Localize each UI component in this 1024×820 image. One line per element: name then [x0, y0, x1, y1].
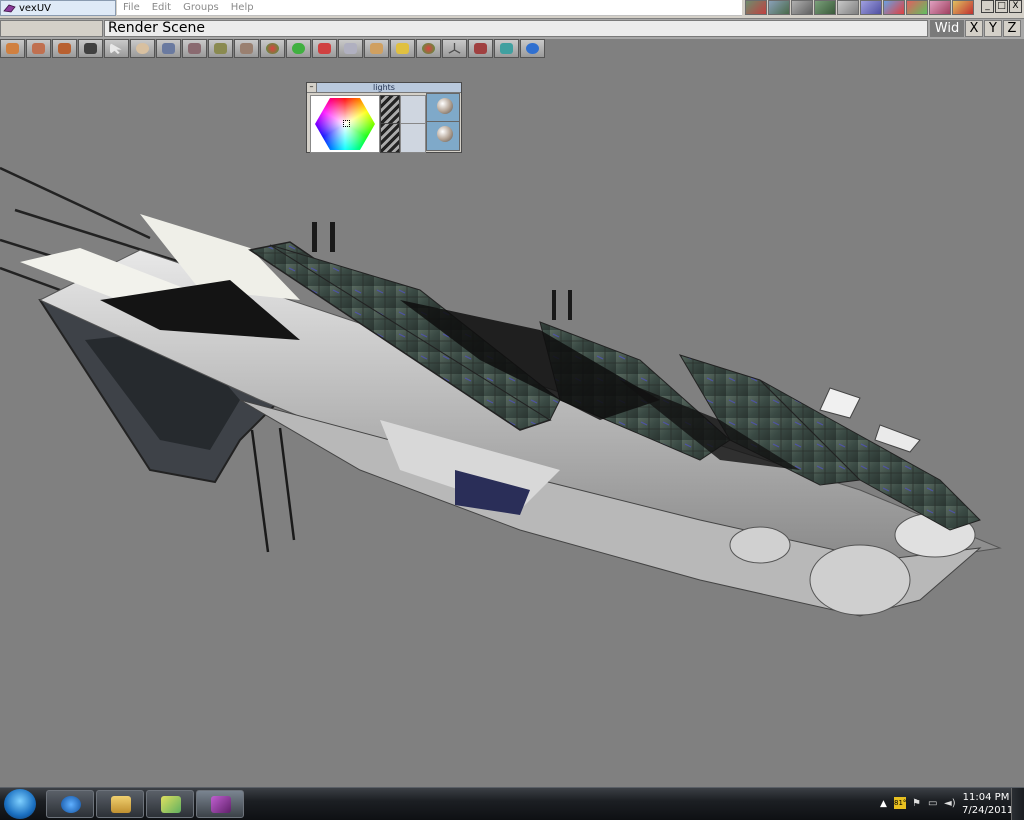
axis-button-wid[interactable]: Wid	[930, 20, 964, 37]
menu-groups[interactable]: Groups	[183, 2, 219, 13]
menu-bar: File Edit Groups Help	[117, 0, 742, 16]
view-mode-icons	[745, 0, 974, 16]
clock-time: 11:04 PM	[962, 792, 1010, 803]
menu-edit[interactable]: Edit	[152, 2, 171, 13]
color-picker-cursor[interactable]	[343, 120, 350, 127]
camera-tool-icon[interactable]	[78, 39, 103, 58]
axis-button-z[interactable]: Z	[1003, 20, 1021, 37]
light-slot-2[interactable]	[380, 123, 400, 153]
axis-button-x[interactable]: X	[965, 20, 983, 37]
menu-file[interactable]: File	[123, 2, 140, 13]
lights-panel-close-button[interactable]: –	[307, 83, 317, 92]
app-icon	[161, 796, 181, 813]
light-falloff-curve-2[interactable]	[400, 123, 426, 153]
axis-buttons: Wid X Y Z	[930, 20, 1021, 37]
link-tool-icon[interactable]	[0, 39, 25, 58]
color-picker-hexagon[interactable]	[310, 95, 380, 153]
view-mode-9-icon[interactable]	[929, 0, 951, 15]
lights-panel-titlebar[interactable]: – lights	[307, 83, 461, 93]
render-scene-bar[interactable]: Render Scene	[104, 20, 928, 37]
lights-panel-title: lights	[373, 83, 395, 92]
view-mode-10-icon[interactable]	[952, 0, 974, 15]
select-arrow-icon[interactable]	[104, 39, 129, 58]
start-button[interactable]	[4, 789, 36, 819]
view-mode-8-icon[interactable]	[906, 0, 928, 15]
axis-button-y[interactable]: Y	[984, 20, 1002, 37]
uv-tool-icon[interactable]	[494, 39, 519, 58]
3d-view-icon[interactable]	[520, 39, 545, 58]
app-logo-icon	[3, 4, 16, 13]
axis-tool-icon[interactable]	[442, 39, 467, 58]
plane-tool-icon[interactable]	[182, 39, 207, 58]
close-button[interactable]: X	[1009, 0, 1022, 13]
show-hidden-icons-icon[interactable]: ▲	[880, 799, 887, 809]
spaceship-model	[0, 166, 1002, 617]
clock[interactable]: 11:04 PM 7/24/2011	[962, 791, 1014, 817]
volume-icon[interactable]: ◄)	[944, 798, 956, 809]
view-mode-7-icon[interactable]	[883, 0, 905, 15]
clock-date: 7/24/2011	[962, 805, 1014, 816]
view-mode-4-icon[interactable]	[814, 0, 836, 15]
app-title-box[interactable]: vexUV	[0, 0, 116, 16]
mesh-tool-icon[interactable]	[156, 39, 181, 58]
taskbar: ▲ 81° ⚑ ▭ ◄) 11:04 PM 7/24/2011	[0, 787, 1024, 820]
folder-icon	[111, 796, 131, 813]
scene-row: Render Scene Wid X Y Z	[0, 19, 1024, 39]
view-mode-6-icon[interactable]	[860, 0, 882, 15]
material-tool-icon[interactable]	[234, 39, 259, 58]
taskbar-vexuv-button[interactable]	[196, 790, 244, 818]
view-mode-2-icon[interactable]	[768, 0, 790, 15]
scene-selector[interactable]	[0, 20, 103, 37]
network-icon[interactable]: ▭	[928, 798, 940, 809]
light-falloff-curve-1[interactable]	[400, 95, 426, 125]
render-viewport[interactable]	[0, 58, 1024, 787]
view-mode-1-icon[interactable]	[745, 0, 767, 15]
top-bar: vexUV File Edit Groups Help _ □ X	[0, 0, 1024, 18]
bone-tool-icon[interactable]	[468, 39, 493, 58]
curve-tool-icon[interactable]	[338, 39, 363, 58]
taskbar-ie-button[interactable]	[46, 790, 94, 818]
toolbar	[0, 39, 545, 58]
system-tray: ▲ 81° ⚑ ▭ ◄) 11:04 PM 7/24/2011	[876, 788, 1024, 820]
window-controls: _ □ X	[981, 0, 1022, 13]
menu-help[interactable]: Help	[231, 2, 254, 13]
taskbar-explorer-button[interactable]	[96, 790, 144, 818]
brush-tool-icon[interactable]	[390, 39, 415, 58]
restore-button[interactable]: □	[995, 0, 1008, 13]
internet-explorer-icon	[61, 796, 81, 813]
stretch-tool-icon[interactable]	[364, 39, 389, 58]
vexuv-icon	[211, 796, 231, 813]
view-mode-3-icon[interactable]	[791, 0, 813, 15]
action-center-icon[interactable]: ⚑	[912, 798, 924, 809]
move-tool-icon[interactable]	[26, 39, 51, 58]
sphere-tool-icon[interactable]	[260, 39, 285, 58]
minimize-button[interactable]: _	[981, 0, 994, 13]
show-desktop-button[interactable]	[1011, 788, 1024, 820]
rotate-tool-icon[interactable]	[130, 39, 155, 58]
blob-tool-icon[interactable]	[286, 39, 311, 58]
box-tool-icon[interactable]	[52, 39, 77, 58]
texture-tool-icon[interactable]	[208, 39, 233, 58]
group-tool-icon[interactable]	[416, 39, 441, 58]
paint-tool-icon[interactable]	[312, 39, 337, 58]
app-title: vexUV	[19, 2, 51, 14]
view-mode-5-icon[interactable]	[837, 0, 859, 15]
light-preview-sphere-1[interactable]	[426, 93, 460, 123]
lights-panel: – lights	[306, 82, 462, 153]
weather-badge[interactable]: 81°	[894, 797, 906, 809]
light-slot-1[interactable]	[380, 95, 400, 125]
taskbar-app-button[interactable]	[146, 790, 194, 818]
light-preview-sphere-2[interactable]	[426, 121, 460, 151]
